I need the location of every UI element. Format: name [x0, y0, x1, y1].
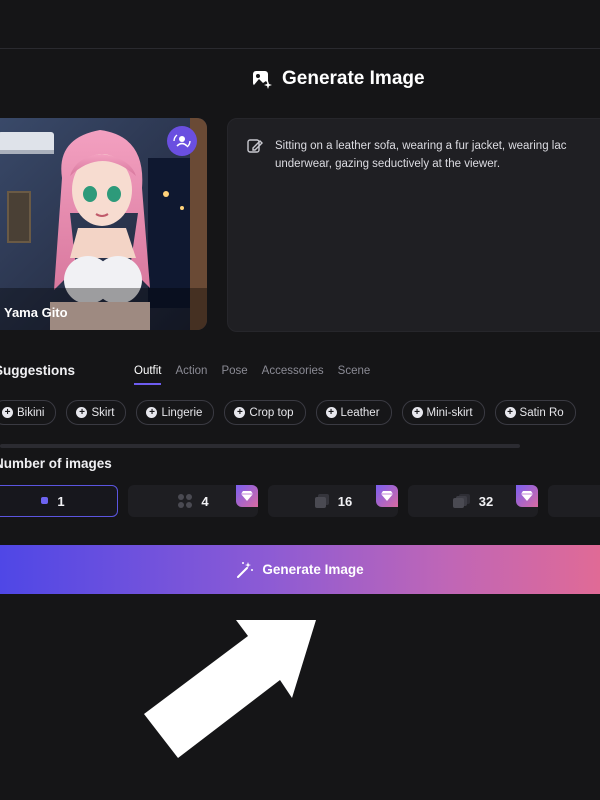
chip-label: Crop top — [249, 406, 294, 419]
page: Generate Image Yama Gito Sitting on a le… — [0, 0, 600, 800]
tab-action[interactable]: Action — [175, 365, 207, 385]
plus-icon: + — [504, 407, 516, 418]
chip-crop-top[interactable]: + Crop top — [224, 400, 306, 425]
chip-label: Bikini — [17, 406, 45, 419]
plus-icon: + — [234, 407, 246, 418]
premium-gem-icon — [516, 485, 538, 507]
image-count-16[interactable]: 16 — [268, 485, 398, 517]
image-count-4[interactable]: 4 — [128, 485, 258, 517]
chip-label: Lingerie — [161, 406, 203, 419]
image-count-1[interactable]: 1 — [0, 485, 118, 517]
chip-label: Skirt — [91, 406, 115, 419]
magic-wand-icon — [237, 561, 254, 578]
pointer-arrow-icon — [144, 620, 316, 758]
plus-icon: + — [2, 407, 13, 418]
character-card[interactable]: Yama Gito — [0, 118, 207, 330]
chip-satin[interactable]: + Satin Ro — [494, 400, 576, 425]
chip-label: Leather — [340, 406, 380, 419]
stack-icon — [314, 494, 329, 508]
suggestions-label: Suggestions — [0, 363, 76, 378]
edit-icon — [247, 139, 263, 153]
grid-icon — [178, 494, 193, 508]
prompt-textarea[interactable]: Sitting on a leather sofa, wearing a fur… — [227, 118, 600, 332]
chip-leather[interactable]: + Leather — [315, 400, 392, 425]
swap-icon — [173, 134, 191, 148]
plus-icon: + — [146, 407, 158, 418]
plus-icon: + — [411, 407, 423, 418]
image-count-label: 1 — [57, 493, 65, 509]
image-sparkle-icon — [252, 70, 272, 90]
swap-character-button[interactable] — [167, 126, 197, 156]
tab-accessories[interactable]: Accessories — [262, 365, 324, 385]
image-count-label: 16 — [337, 493, 353, 509]
suggestion-tabs: Outfit Action Pose Accessories Scene — [134, 365, 384, 385]
tab-scene[interactable]: Scene — [338, 365, 371, 385]
chips-scrollbar[interactable] — [0, 444, 520, 448]
title-row: Generate Image — [0, 66, 600, 94]
tab-pose[interactable]: Pose — [221, 365, 247, 385]
generate-button-label: Generate Image — [262, 562, 364, 577]
chip-skirt[interactable]: + Skirt — [66, 400, 127, 425]
chip-label: Satin Ro — [519, 406, 564, 419]
number-of-images-label: Number of images — [0, 456, 112, 471]
image-count-options: 1 4 16 32 — [0, 485, 600, 517]
image-count-32[interactable]: 32 — [408, 485, 538, 517]
plus-icon: + — [325, 407, 337, 418]
tab-outfit[interactable]: Outfit — [134, 365, 162, 385]
character-name: Yama Gito — [4, 305, 68, 320]
chip-lingerie[interactable]: + Lingerie — [136, 400, 215, 425]
image-count-label: 32 — [478, 493, 494, 509]
single-image-icon — [41, 497, 49, 504]
suggestion-chips: + Bikini + Skirt + Lingerie + Crop top + Leat… — [0, 400, 576, 425]
plus-icon: + — [76, 407, 88, 418]
image-count-more[interactable] — [548, 485, 600, 517]
prompt-text: Sitting on a leather sofa, wearing a fur… — [275, 140, 570, 170]
multi-stack-icon — [452, 494, 470, 508]
image-count-label: 4 — [201, 493, 209, 509]
premium-gem-icon — [236, 485, 258, 507]
header-divider — [0, 48, 600, 49]
page-title: Generate Image — [282, 68, 425, 89]
chip-label: Mini-skirt — [426, 406, 473, 419]
chip-bikini[interactable]: + Bikini — [0, 400, 57, 425]
generate-image-button[interactable]: Generate Image — [0, 545, 600, 594]
premium-gem-icon — [376, 485, 398, 507]
chip-mini-skirt[interactable]: + Mini-skirt — [401, 400, 485, 425]
